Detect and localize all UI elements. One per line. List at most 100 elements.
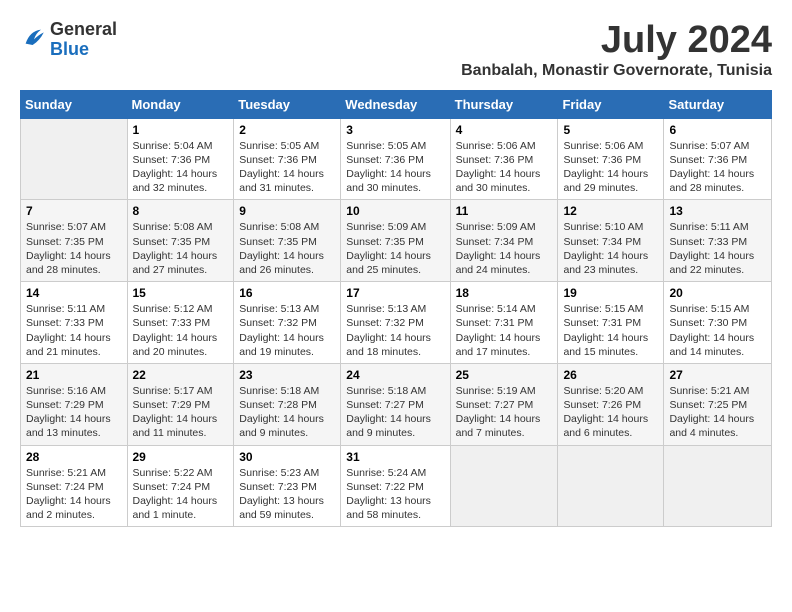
calendar-week-1: 1 Sunrise: 5:04 AMSunset: 7:36 PMDaylight…	[21, 118, 772, 200]
calendar-cell: 2 Sunrise: 5:05 AMSunset: 7:36 PMDaylight…	[234, 118, 341, 200]
calendar-cell: 4 Sunrise: 5:06 AMSunset: 7:36 PMDaylight…	[450, 118, 558, 200]
day-number: 26	[563, 368, 658, 382]
day-info: Sunrise: 5:18 AMSunset: 7:27 PMDaylight:…	[346, 384, 444, 441]
day-number: 2	[239, 123, 335, 137]
calendar-header: Sunday Monday Tuesday Wednesday Thursday…	[21, 90, 772, 118]
calendar-cell: 22 Sunrise: 5:17 AMSunset: 7:29 PMDayligh…	[127, 363, 234, 445]
day-info: Sunrise: 5:15 AMSunset: 7:31 PMDaylight:…	[563, 302, 658, 359]
calendar-cell: 15 Sunrise: 5:12 AMSunset: 7:33 PMDayligh…	[127, 282, 234, 364]
day-number: 14	[26, 286, 122, 300]
day-info: Sunrise: 5:11 AMSunset: 7:33 PMDaylight:…	[669, 220, 766, 277]
calendar-title-block: July 2024 Banbalah, Monastir Governorate…	[461, 20, 772, 80]
header-saturday: Saturday	[664, 90, 772, 118]
calendar-cell: 29Sunrise: 5:22 AMSunset: 7:24 PMDayligh…	[127, 445, 234, 527]
day-info: Sunrise: 5:12 AMSunset: 7:33 PMDaylight:…	[133, 302, 229, 359]
calendar-cell: 21Sunrise: 5:16 AMSunset: 7:29 PMDayligh…	[21, 363, 128, 445]
day-info: Sunrise: 5:09 AMSunset: 7:35 PMDaylight:…	[346, 220, 444, 277]
day-number: 12	[563, 204, 658, 218]
calendar-table: Sunday Monday Tuesday Wednesday Thursday…	[20, 90, 772, 527]
day-info: Sunrise: 5:24 AMSunset: 7:22 PMDaylight:…	[346, 466, 444, 523]
day-number: 4	[456, 123, 553, 137]
calendar-cell: 13 Sunrise: 5:11 AMSunset: 7:33 PMDayligh…	[664, 200, 772, 282]
day-number: 21	[26, 368, 122, 382]
calendar-cell: 24 Sunrise: 5:18 AMSunset: 7:27 PMDayligh…	[341, 363, 450, 445]
day-number: 31	[346, 450, 444, 464]
day-number: 3	[346, 123, 444, 137]
header-wednesday: Wednesday	[341, 90, 450, 118]
day-info: Sunrise: 5:05 AMSunset: 7:36 PMDaylight:…	[239, 139, 335, 196]
day-info: Sunrise: 5:07 AMSunset: 7:35 PMDaylight:…	[26, 220, 122, 277]
calendar-cell: 27 Sunrise: 5:21 AMSunset: 7:25 PMDayligh…	[664, 363, 772, 445]
logo-text: General Blue	[50, 20, 117, 60]
calendar-cell	[664, 445, 772, 527]
header-sunday: Sunday	[21, 90, 128, 118]
calendar-cell: 20 Sunrise: 5:15 AMSunset: 7:30 PMDayligh…	[664, 282, 772, 364]
day-number: 16	[239, 286, 335, 300]
day-info: Sunrise: 5:15 AMSunset: 7:30 PMDaylight:…	[669, 302, 766, 359]
calendar-cell: 14 Sunrise: 5:11 AMSunset: 7:33 PMDayligh…	[21, 282, 128, 364]
day-info: Sunrise: 5:06 AMSunset: 7:36 PMDaylight:…	[456, 139, 553, 196]
calendar-subtitle: Banbalah, Monastir Governorate, Tunisia	[461, 62, 772, 80]
day-number: 28	[26, 450, 122, 464]
calendar-cell: 9Sunrise: 5:08 AMSunset: 7:35 PMDaylight…	[234, 200, 341, 282]
header-thursday: Thursday	[450, 90, 558, 118]
day-number: 10	[346, 204, 444, 218]
day-info: Sunrise: 5:08 AMSunset: 7:35 PMDaylight:…	[133, 220, 229, 277]
calendar-cell: 7Sunrise: 5:07 AMSunset: 7:35 PMDaylight…	[21, 200, 128, 282]
day-info: Sunrise: 5:21 AMSunset: 7:24 PMDaylight:…	[26, 466, 122, 523]
day-info: Sunrise: 5:17 AMSunset: 7:29 PMDaylight:…	[133, 384, 229, 441]
day-info: Sunrise: 5:06 AMSunset: 7:36 PMDaylight:…	[563, 139, 658, 196]
calendar-cell: 1 Sunrise: 5:04 AMSunset: 7:36 PMDaylight…	[127, 118, 234, 200]
calendar-title: July 2024	[461, 20, 772, 62]
calendar-cell: 8Sunrise: 5:08 AMSunset: 7:35 PMDaylight…	[127, 200, 234, 282]
day-number: 22	[133, 368, 229, 382]
calendar-cell: 23Sunrise: 5:18 AMSunset: 7:28 PMDayligh…	[234, 363, 341, 445]
day-number: 30	[239, 450, 335, 464]
day-number: 19	[563, 286, 658, 300]
day-number: 5	[563, 123, 658, 137]
calendar-cell: 17Sunrise: 5:13 AMSunset: 7:32 PMDayligh…	[341, 282, 450, 364]
day-number: 1	[133, 123, 229, 137]
day-number: 29	[133, 450, 229, 464]
day-info: Sunrise: 5:13 AMSunset: 7:32 PMDaylight:…	[239, 302, 335, 359]
day-info: Sunrise: 5:21 AMSunset: 7:25 PMDaylight:…	[669, 384, 766, 441]
day-info: Sunrise: 5:05 AMSunset: 7:36 PMDaylight:…	[346, 139, 444, 196]
calendar-week-4: 21Sunrise: 5:16 AMSunset: 7:29 PMDayligh…	[21, 363, 772, 445]
day-info: Sunrise: 5:10 AMSunset: 7:34 PMDaylight:…	[563, 220, 658, 277]
calendar-cell: 19 Sunrise: 5:15 AMSunset: 7:31 PMDayligh…	[558, 282, 664, 364]
day-number: 20	[669, 286, 766, 300]
day-number: 27	[669, 368, 766, 382]
day-number: 15	[133, 286, 229, 300]
day-number: 24	[346, 368, 444, 382]
calendar-cell: 10 Sunrise: 5:09 AMSunset: 7:35 PMDayligh…	[341, 200, 450, 282]
header-row: Sunday Monday Tuesday Wednesday Thursday…	[21, 90, 772, 118]
calendar-cell: 3 Sunrise: 5:05 AMSunset: 7:36 PMDaylight…	[341, 118, 450, 200]
calendar-cell: 26Sunrise: 5:20 AMSunset: 7:26 PMDayligh…	[558, 363, 664, 445]
calendar-cell	[558, 445, 664, 527]
day-info: Sunrise: 5:07 AMSunset: 7:36 PMDaylight:…	[669, 139, 766, 196]
calendar-cell: 25 Sunrise: 5:19 AMSunset: 7:27 PMDayligh…	[450, 363, 558, 445]
calendar-cell: 11Sunrise: 5:09 AMSunset: 7:34 PMDayligh…	[450, 200, 558, 282]
logo-bird-icon	[20, 24, 48, 52]
day-info: Sunrise: 5:18 AMSunset: 7:28 PMDaylight:…	[239, 384, 335, 441]
header-tuesday: Tuesday	[234, 90, 341, 118]
calendar-cell: 30 Sunrise: 5:23 AMSunset: 7:23 PMDayligh…	[234, 445, 341, 527]
header-monday: Monday	[127, 90, 234, 118]
day-number: 18	[456, 286, 553, 300]
day-info: Sunrise: 5:19 AMSunset: 7:27 PMDaylight:…	[456, 384, 553, 441]
calendar-cell: 5 Sunrise: 5:06 AMSunset: 7:36 PMDaylight…	[558, 118, 664, 200]
calendar-week-3: 14 Sunrise: 5:11 AMSunset: 7:33 PMDayligh…	[21, 282, 772, 364]
calendar-week-2: 7Sunrise: 5:07 AMSunset: 7:35 PMDaylight…	[21, 200, 772, 282]
day-number: 25	[456, 368, 553, 382]
day-info: Sunrise: 5:14 AMSunset: 7:31 PMDaylight:…	[456, 302, 553, 359]
calendar-cell	[21, 118, 128, 200]
calendar-cell: 18 Sunrise: 5:14 AMSunset: 7:31 PMDayligh…	[450, 282, 558, 364]
calendar-cell: 28 Sunrise: 5:21 AMSunset: 7:24 PMDayligh…	[21, 445, 128, 527]
day-info: Sunrise: 5:11 AMSunset: 7:33 PMDaylight:…	[26, 302, 122, 359]
calendar-week-5: 28 Sunrise: 5:21 AMSunset: 7:24 PMDayligh…	[21, 445, 772, 527]
day-info: Sunrise: 5:04 AMSunset: 7:36 PMDaylight:…	[133, 139, 229, 196]
day-info: Sunrise: 5:23 AMSunset: 7:23 PMDaylight:…	[239, 466, 335, 523]
day-number: 13	[669, 204, 766, 218]
day-number: 17	[346, 286, 444, 300]
calendar-cell: 12 Sunrise: 5:10 AMSunset: 7:34 PMDayligh…	[558, 200, 664, 282]
